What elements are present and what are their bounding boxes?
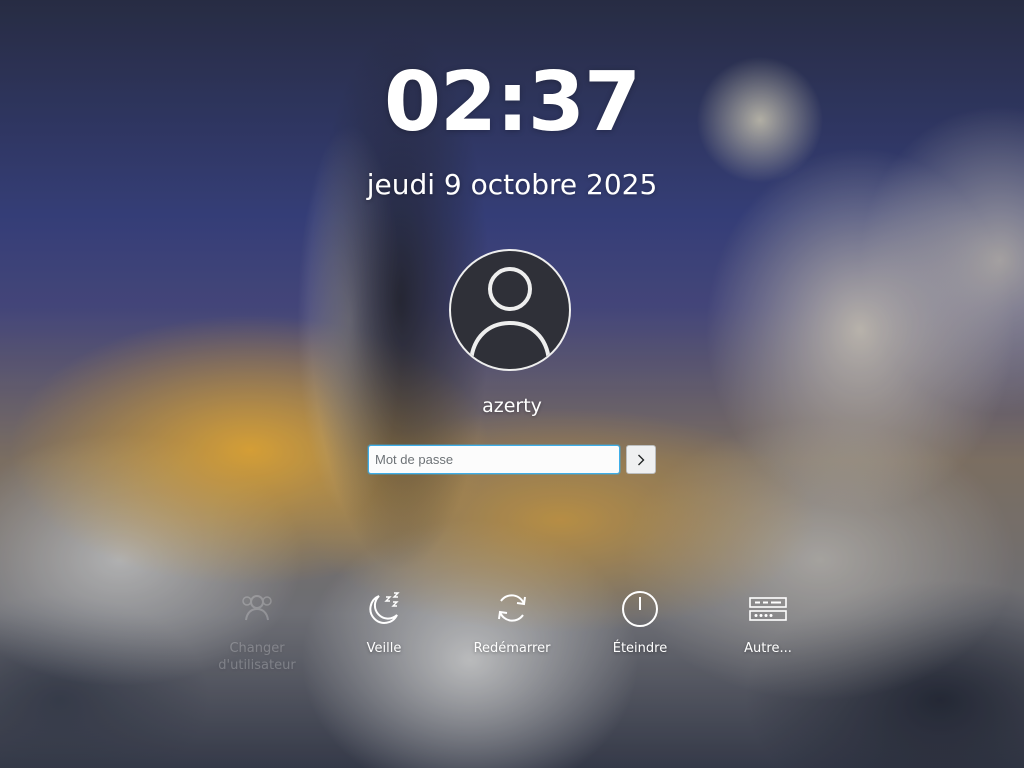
login-submit-button[interactable]: [626, 445, 656, 474]
other-button[interactable]: Autre...: [713, 588, 823, 657]
other-label: Autre...: [744, 641, 792, 656]
sleep-label: Veille: [366, 641, 402, 656]
lock-screen: 02:37 jeudi 9 octobre 2025 azerty Change…: [0, 0, 1024, 768]
switch-user-icon: [242, 595, 272, 621]
username-label: azerty: [482, 395, 542, 417]
chevron-right-icon: [638, 454, 645, 465]
switch-user-label: Changer d'utilisateur: [218, 641, 296, 673]
session-actions: Changer d'utilisateur Veille Redémarrer: [0, 588, 1024, 688]
shutdown-button[interactable]: Éteindre: [585, 588, 695, 657]
user-silhouette-icon: [469, 267, 551, 362]
restart-button[interactable]: Redémarrer: [457, 588, 567, 657]
clock-time: 02:37: [383, 55, 641, 150]
power-icon: [622, 591, 658, 627]
moon-zzz-icon: [369, 592, 400, 624]
password-input[interactable]: [368, 445, 620, 474]
shutdown-label: Éteindre: [612, 641, 668, 656]
restart-icon: [498, 594, 526, 622]
user-avatar: [449, 249, 571, 371]
restart-label: Redémarrer: [473, 641, 551, 656]
date-label: jeudi 9 octobre 2025: [366, 168, 658, 201]
sleep-button[interactable]: Veille: [329, 588, 439, 657]
keyboard-icon: [749, 597, 787, 621]
switch-user-button: Changer d'utilisateur: [202, 588, 312, 674]
